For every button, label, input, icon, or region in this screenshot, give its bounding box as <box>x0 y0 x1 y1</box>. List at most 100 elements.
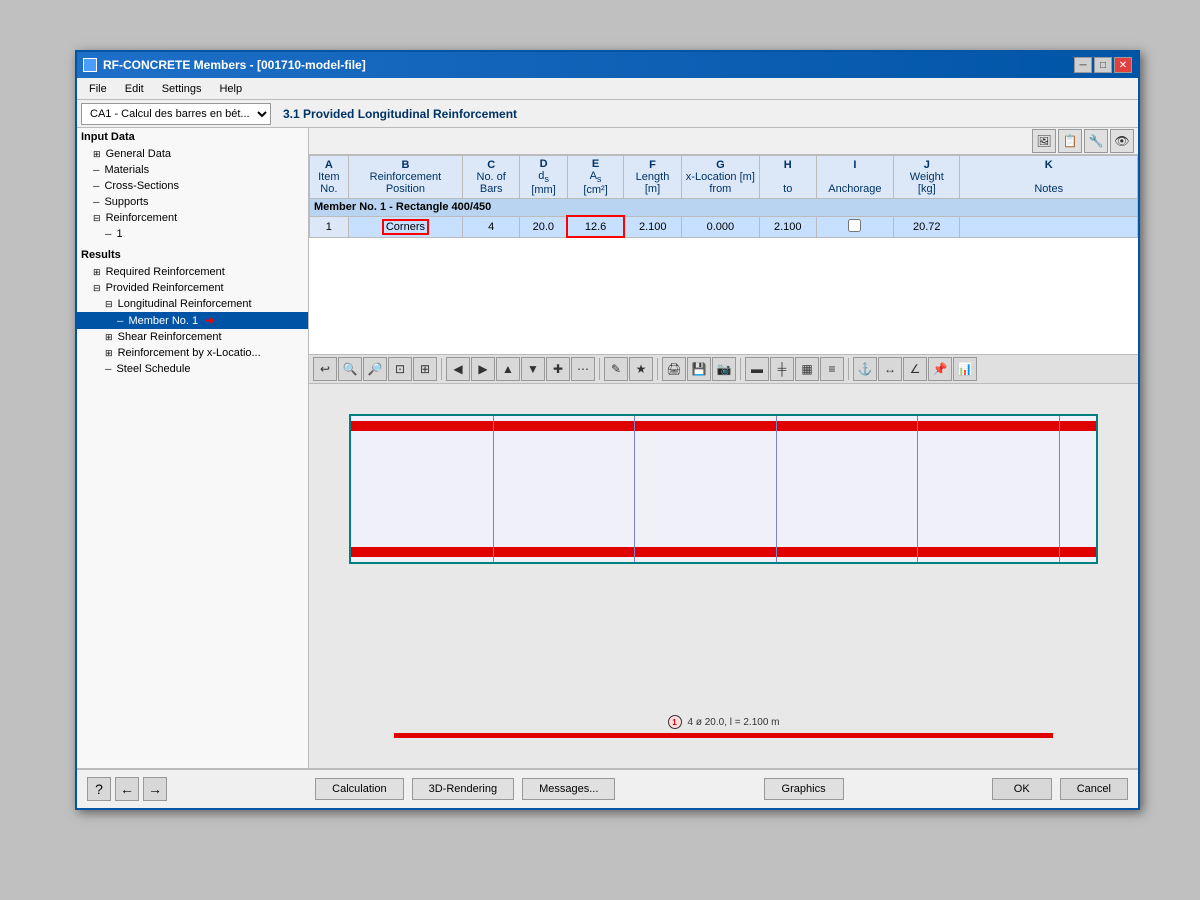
zoom-in-btn[interactable]: 🔍 <box>338 357 362 381</box>
sidebar-item-member-no-1[interactable]: ─ Member No. 1 ➔ <box>77 312 308 329</box>
export-btn[interactable]: 💾 <box>687 357 711 381</box>
anchor-btn[interactable]: ⚓ <box>853 357 877 381</box>
messages-button[interactable]: Messages... <box>522 778 615 800</box>
menu-edit[interactable]: Edit <box>117 81 152 97</box>
expand-icon: ⊟ <box>93 213 101 224</box>
member-group-row: Member No. 1 - Rectangle 400/450 <box>310 199 1138 217</box>
sidebar-item-longitudinal-reinforcement[interactable]: ⊟ Longitudinal Reinforcement <box>77 296 308 312</box>
forward-button[interactable]: → <box>143 777 167 801</box>
col-header-b: BReinforcementPosition <box>348 156 463 199</box>
col-header-j: JWeight[kg] <box>894 156 960 199</box>
zoom-out-btn[interactable]: 🔎 <box>363 357 387 381</box>
table-controls-row: 🖼 📋 🔧 👁 <box>309 128 1138 155</box>
expand-icon: ⊞ <box>105 332 113 343</box>
bottom-center-actions: Calculation 3D-Rendering Messages... <box>315 778 615 800</box>
case-dropdown[interactable]: CA1 - Calcul des barres en bét... <box>81 103 271 125</box>
graph-btn[interactable]: 📊 <box>953 357 977 381</box>
maximize-button[interactable]: □ <box>1094 57 1112 73</box>
minimize-button[interactable]: ─ <box>1074 57 1092 73</box>
divider-5 <box>1059 416 1060 562</box>
zoom-all-btn[interactable]: ⊡ <box>388 357 412 381</box>
pin-btn[interactable]: 📌 <box>928 357 952 381</box>
toolbar-separator-2 <box>599 358 600 380</box>
copy-icon-btn[interactable]: 📋 <box>1058 129 1082 153</box>
back-button[interactable]: ← <box>115 777 139 801</box>
beam-diagram <box>349 414 1098 584</box>
sidebar-item-steel-schedule[interactable]: ─ Steel Schedule <box>77 361 308 377</box>
menu-bar: File Edit Settings Help <box>77 78 1138 100</box>
calculation-button[interactable]: Calculation <box>315 778 403 800</box>
bottom-right-spacer: Graphics <box>764 778 844 800</box>
sidebar-item-required-reinforcement[interactable]: ⊞ Required Reinforcement <box>77 264 308 280</box>
sidebar-item-shear-reinforcement[interactable]: ⊞ Shear Reinforcement <box>77 329 308 345</box>
col-header-h: Hto <box>759 156 816 199</box>
dim-btn[interactable]: ↔ <box>878 357 902 381</box>
bottom-rebar <box>351 547 1096 557</box>
top-rebar <box>351 421 1096 431</box>
expand-icon: ─ <box>93 165 99 175</box>
bottom-left-actions: ? ← → <box>87 777 167 801</box>
print-btn[interactable]: 🖨 <box>662 357 686 381</box>
view-icon-btn[interactable]: 👁 <box>1110 129 1134 153</box>
sidebar-item-cross-sections[interactable]: ─ Cross-Sections <box>77 178 308 194</box>
divider-3 <box>776 416 777 562</box>
anchorage-checkbox[interactable] <box>848 219 861 232</box>
bar-chart-btn[interactable]: ▬ <box>745 357 769 381</box>
sidebar-item-reinforcement-1[interactable]: ─ 1 <box>77 226 308 242</box>
more-btn[interactable]: ⋯ <box>571 357 595 381</box>
graphics-button[interactable]: Graphics <box>764 778 844 800</box>
beam-outer <box>349 414 1098 564</box>
table-section: AItemNo. BReinforcementPosition CNo. ofB… <box>309 155 1138 355</box>
graphic-area: 1 4 ø 20.0, l = 2.100 m <box>309 384 1138 808</box>
menu-settings[interactable]: Settings <box>154 81 210 97</box>
star-btn[interactable]: ★ <box>629 357 653 381</box>
expand-icon: ─ <box>93 197 99 207</box>
pan-right-btn[interactable]: ▶ <box>471 357 495 381</box>
edit-btn[interactable]: ✎ <box>604 357 628 381</box>
cell-no-bars: 4 <box>463 216 520 237</box>
legend-text: 4 ø 20.0, l = 2.100 m <box>688 717 780 728</box>
toolbar: CA1 - Calcul des barres en bét... 3.1 Pr… <box>77 100 1138 128</box>
sidebar-results-header: Results <box>77 246 308 264</box>
pan-down-btn[interactable]: ▼ <box>521 357 545 381</box>
expand-icon: ─ <box>105 364 111 374</box>
angle-btn[interactable]: ∠ <box>903 357 927 381</box>
legend-label: 1 4 ø 20.0, l = 2.100 m <box>668 715 780 729</box>
table-row[interactable]: 1 Corners 4 20.0 12.6 2.100 0.000 2.100 <box>310 216 1138 237</box>
sidebar-item-provided-reinforcement[interactable]: ⊟ Provided Reinforcement <box>77 280 308 296</box>
menu-help[interactable]: Help <box>211 81 250 97</box>
expand-icon: ⊟ <box>93 283 101 294</box>
close-button[interactable]: ✕ <box>1114 57 1132 73</box>
grid-btn[interactable]: ▦ <box>795 357 819 381</box>
col-header-e: EAs[cm²] <box>567 156 623 199</box>
sidebar-item-reinforcement[interactable]: ⊟ Reinforcement <box>77 210 308 226</box>
cell-as: 12.6 <box>567 216 623 237</box>
settings-icon-btn[interactable]: 🔧 <box>1084 129 1108 153</box>
cell-x-to: 2.100 <box>759 216 816 237</box>
ok-button[interactable]: OK <box>992 778 1052 800</box>
legend-circle: 1 <box>668 715 682 729</box>
rendering-button[interactable]: 3D-Rendering <box>412 778 514 800</box>
title-bar: RF-CONCRETE Members - [001710-model-file… <box>77 52 1138 78</box>
zoom-fit-btn[interactable]: ⊞ <box>413 357 437 381</box>
line-chart-btn[interactable]: ╪ <box>770 357 794 381</box>
pan-up-btn[interactable]: ▲ <box>496 357 520 381</box>
cancel-button[interactable]: Cancel <box>1060 778 1128 800</box>
undo-btn[interactable]: ↩ <box>313 357 337 381</box>
pan-left-btn[interactable]: ◀ <box>446 357 470 381</box>
export-icon-btn[interactable]: 🖼 <box>1032 129 1056 153</box>
window-controls: ─ □ ✕ <box>1074 57 1132 73</box>
toolbar-separator-1 <box>441 358 442 380</box>
cell-notes <box>960 216 1138 237</box>
sidebar-item-supports[interactable]: ─ Supports <box>77 194 308 210</box>
sidebar-item-general-data[interactable]: ⊞ General Data <box>77 146 308 162</box>
divider-4 <box>917 416 918 562</box>
sidebar-item-reinforcement-by-x[interactable]: ⊞ Reinforcement by x-Locatio... <box>77 345 308 361</box>
add-btn[interactable]: ✚ <box>546 357 570 381</box>
sidebar-item-materials[interactable]: ─ Materials <box>77 162 308 178</box>
menu-file[interactable]: File <box>81 81 115 97</box>
help-button[interactable]: ? <box>87 777 111 801</box>
expand-icon: ─ <box>117 316 123 326</box>
screenshot-btn[interactable]: 📷 <box>712 357 736 381</box>
columns-btn[interactable]: ≡ <box>820 357 844 381</box>
